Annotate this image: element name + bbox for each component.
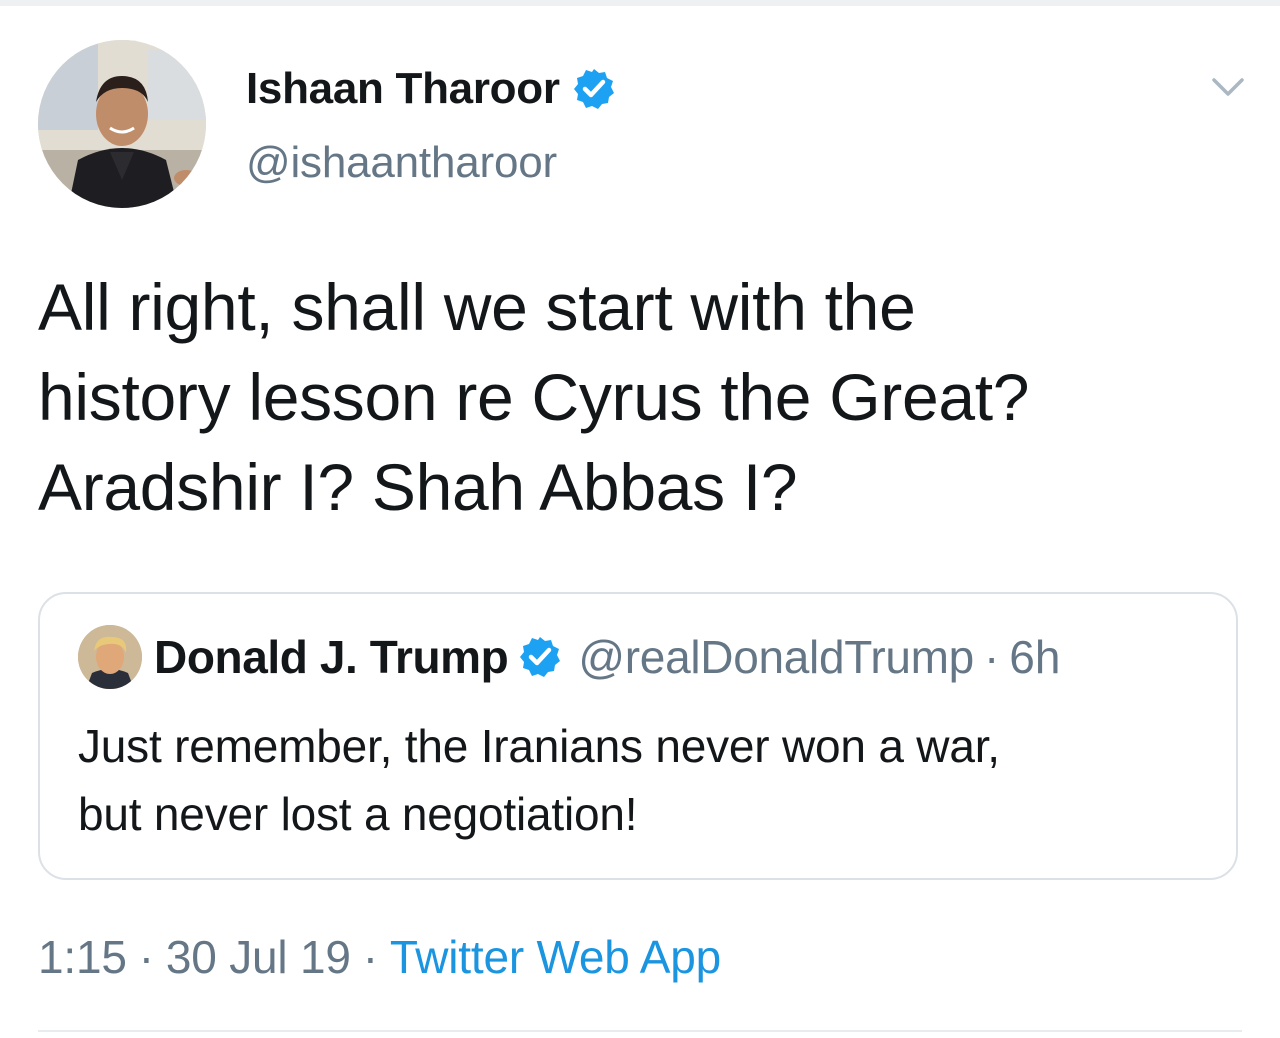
tweet-text-line: Aradshir I? Shah Abbas I? [38, 450, 798, 524]
person-photo-avatar [38, 40, 206, 208]
separator-dot: · [983, 631, 1000, 683]
quoted-tweet-header: Donald J. Trump @realDonaldTrump · 6h [78, 624, 1060, 690]
author-handle[interactable]: @ishaantharoor [246, 138, 616, 188]
quoted-author-handle[interactable]: @realDonaldTrump [578, 630, 974, 684]
author-name[interactable]: Ishaan Tharoor [246, 64, 560, 114]
tweet-time[interactable]: 1:15 [38, 930, 127, 984]
quoted-text-line: Just remember, the Iranians never won a … [78, 720, 1000, 772]
verified-badge-icon [572, 67, 616, 111]
divider [38, 1030, 1242, 1032]
separator-dot: · [362, 931, 378, 983]
quoted-tweet-card[interactable]: Donald J. Trump @realDonaldTrump · 6h Ju… [38, 592, 1238, 880]
tweet-text-line: history lesson re Cyrus the Great? [38, 360, 1030, 434]
author-name-row: Ishaan Tharoor [246, 60, 616, 118]
quoted-author-name[interactable]: Donald J. Trump [154, 630, 509, 684]
tweet-text: All right, shall we start with the histo… [38, 262, 1238, 532]
chevron-down-icon[interactable] [1208, 72, 1248, 102]
author-avatar[interactable] [38, 40, 206, 208]
person-photo-avatar [78, 625, 142, 689]
tweet-meta: 1:15 · 30 Jul 19 · Twitter Web App [38, 930, 721, 984]
quoted-tweet-time: 6h [1009, 631, 1061, 683]
tweet-date[interactable]: 30 Jul 19 [166, 930, 351, 984]
top-border [0, 0, 1280, 6]
quoted-author-avatar [78, 625, 142, 689]
verified-badge-icon [518, 635, 562, 679]
quoted-text-line: but never lost a negotiation! [78, 788, 638, 840]
author-block: Ishaan Tharoor @ishaantharoor [246, 60, 616, 188]
tweet-text-line: All right, shall we start with the [38, 270, 916, 344]
separator-dot: · [138, 931, 154, 983]
quoted-tweet-text: Just remember, the Iranians never won a … [78, 712, 1198, 848]
tweet-source-link[interactable]: Twitter Web App [390, 930, 721, 984]
